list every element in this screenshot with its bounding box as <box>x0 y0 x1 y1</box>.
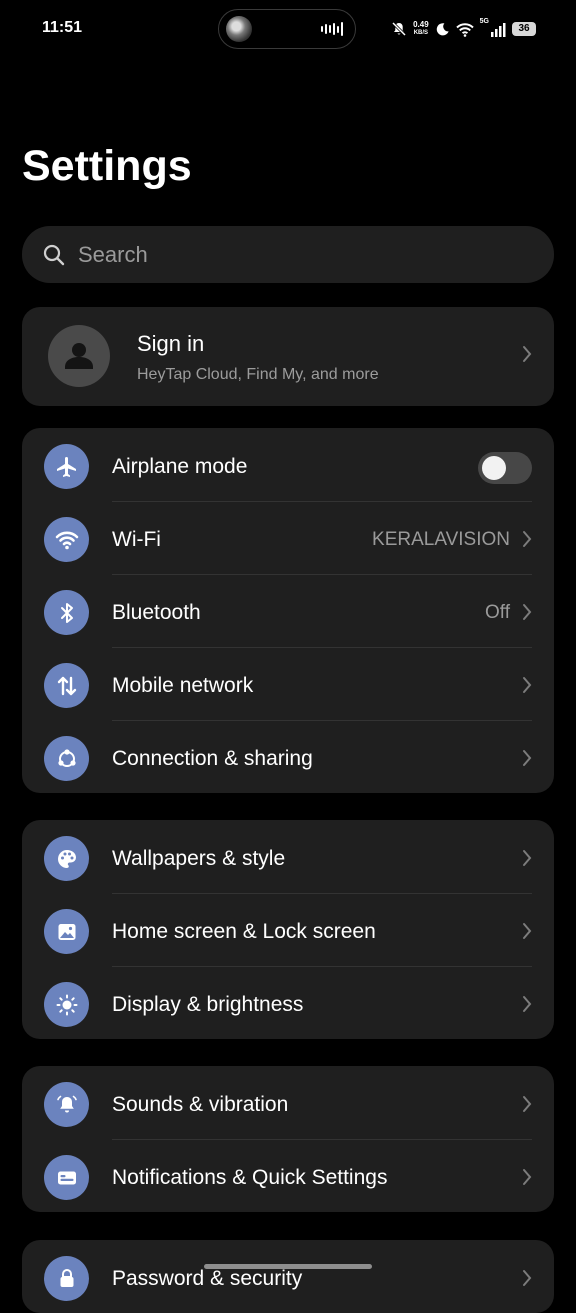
airplane-icon <box>44 444 89 489</box>
lock-icon <box>44 1256 89 1301</box>
net-speed: 0.49 KB/S <box>413 21 429 37</box>
chevron-right-icon <box>523 923 532 939</box>
settings-item-label: Bluetooth <box>112 601 201 624</box>
person-icon <box>65 343 93 369</box>
connectivity-group: Airplane mode Wi-Fi KERALAVISION Bluetoo… <box>22 428 554 793</box>
wifi-icon <box>455 22 474 37</box>
search-placeholder: Search <box>78 241 148 267</box>
signal-icon <box>491 22 506 37</box>
chevron-right-icon <box>523 1270 532 1286</box>
settings-item-home-lock-screen[interactable]: Home screen & Lock screen <box>22 893 554 966</box>
security-group: Password & security <box>22 1240 554 1313</box>
chevron-right-icon <box>523 346 532 362</box>
share-icon <box>44 736 89 781</box>
mobile-data-icon <box>44 663 89 708</box>
settings-item-label: Connection & sharing <box>112 747 313 770</box>
brightness-icon <box>44 982 89 1027</box>
settings-item-label: Sounds & vibration <box>112 1093 289 1116</box>
settings-item-label: Wi-Fi <box>112 528 161 551</box>
audio-wave-icon <box>321 22 343 36</box>
bell-icon <box>44 1082 89 1127</box>
bluetooth-status: Off <box>485 602 510 623</box>
status-time: 11:51 <box>42 19 83 36</box>
chevron-right-icon <box>523 1169 532 1185</box>
home-screen-icon <box>44 909 89 954</box>
settings-item-display-brightness[interactable]: Display & brightness <box>22 966 554 1039</box>
chevron-right-icon <box>523 677 532 693</box>
settings-item-wallpapers-style[interactable]: Wallpapers & style <box>22 820 554 893</box>
chevron-right-icon <box>523 604 532 620</box>
status-bar: 11:51 0.49 KB/S 5G 36 <box>0 0 576 60</box>
settings-item-label: Mobile network <box>112 674 254 697</box>
settings-item-label: Wallpapers & style <box>112 847 286 870</box>
net-speed-unit: KB/S <box>413 30 429 36</box>
chevron-right-icon <box>523 996 532 1012</box>
wifi-icon <box>44 517 89 562</box>
moon-icon <box>436 22 449 35</box>
chevron-right-icon <box>523 1096 532 1112</box>
sign-in-card[interactable]: Sign in HeyTap Cloud, Find My, and more <box>22 307 554 406</box>
personalization-group: Wallpapers & style Home screen & Lock sc… <box>22 820 554 1039</box>
settings-item-sounds-vibration[interactable]: Sounds & vibration <box>22 1066 554 1139</box>
settings-item-wifi[interactable]: Wi-Fi KERALAVISION <box>22 501 554 574</box>
net-speed-value: 0.49 <box>413 20 429 29</box>
settings-item-label: Home screen & Lock screen <box>112 920 376 943</box>
status-icons: 0.49 KB/S 5G 36 <box>391 18 536 40</box>
settings-item-label: Password & security <box>112 1267 303 1290</box>
page-title: Settings <box>22 142 192 190</box>
bluetooth-icon <box>44 590 89 635</box>
settings-item-notifications-quick-settings[interactable]: Notifications & Quick Settings <box>22 1139 554 1212</box>
battery-icon: 36 <box>512 22 536 36</box>
sound-notification-group: Sounds & vibration Notifications & Quick… <box>22 1066 554 1212</box>
chevron-right-icon <box>523 750 532 766</box>
settings-item-mobile-network[interactable]: Mobile network <box>22 647 554 720</box>
sign-in-title: Sign in <box>137 331 205 356</box>
settings-item-label: Display & brightness <box>112 993 304 1016</box>
search-icon <box>43 244 65 265</box>
settings-item-label: Airplane mode <box>112 455 248 478</box>
home-indicator[interactable] <box>204 1264 372 1269</box>
settings-item-label: Notifications & Quick Settings <box>112 1166 388 1189</box>
sign-in-subtitle: HeyTap Cloud, Find My, and more <box>137 366 379 383</box>
wifi-network-name: KERALAVISION <box>372 529 510 550</box>
search-bar[interactable]: Search <box>22 226 554 283</box>
notification-card-icon <box>44 1155 89 1200</box>
dynamic-island[interactable] <box>218 9 356 49</box>
airplane-mode-toggle[interactable] <box>478 452 532 484</box>
mute-icon <box>392 21 407 37</box>
avatar <box>48 325 110 387</box>
island-avatar <box>226 16 252 42</box>
chevron-right-icon <box>523 531 532 547</box>
network-type: 5G <box>479 18 489 25</box>
toggle-knob <box>482 456 506 480</box>
chevron-right-icon <box>523 850 532 866</box>
settings-item-airplane-mode[interactable]: Airplane mode <box>22 428 554 501</box>
settings-item-bluetooth[interactable]: Bluetooth Off <box>22 574 554 647</box>
palette-icon <box>44 836 89 881</box>
settings-item-password-security[interactable]: Password & security <box>22 1240 554 1313</box>
settings-item-connection-sharing[interactable]: Connection & sharing <box>22 720 554 793</box>
